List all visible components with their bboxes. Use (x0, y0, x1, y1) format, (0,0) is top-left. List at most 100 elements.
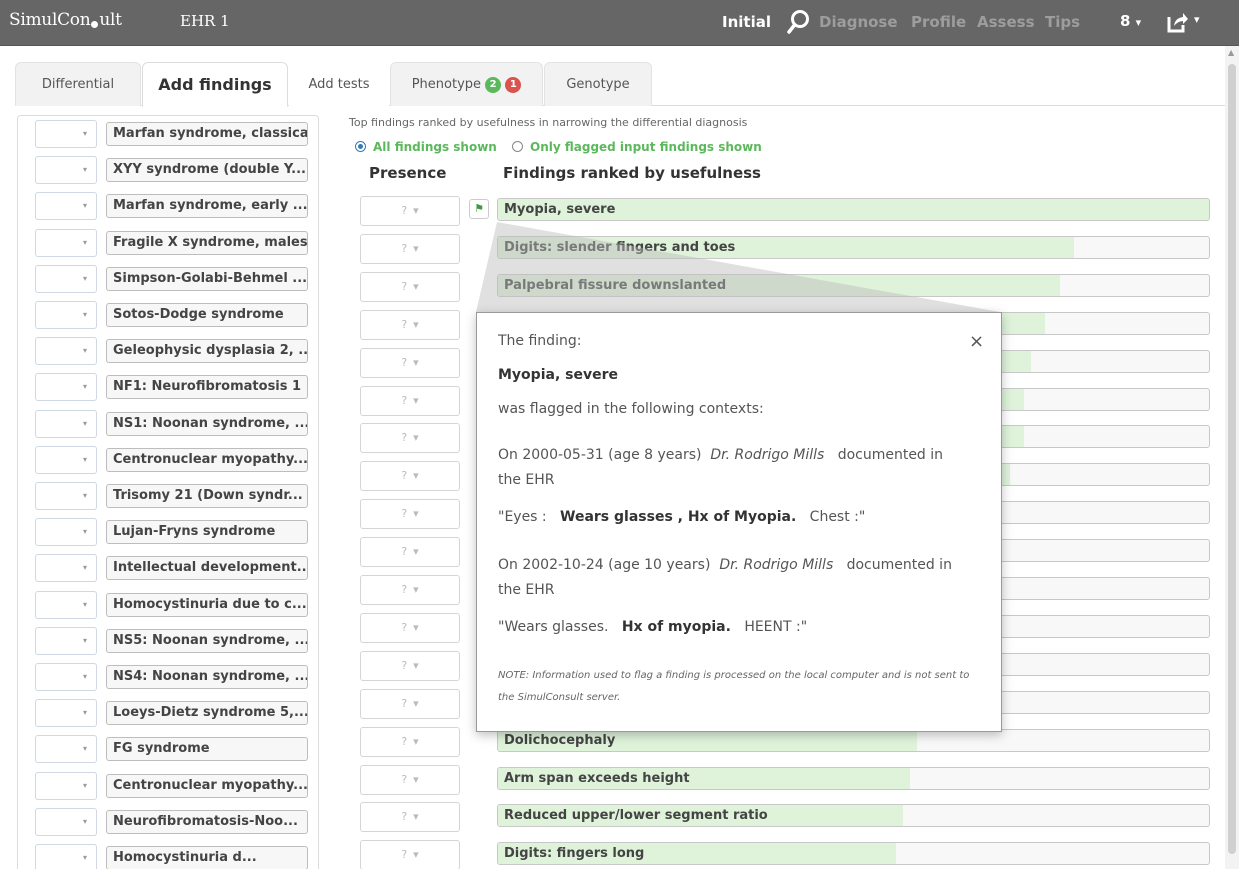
presence-dropdown[interactable]: ? ▾ (360, 537, 460, 568)
diagnosis-status-dropdown[interactable]: ▾ (35, 337, 97, 366)
diagnosis-name[interactable]: Trisomy 21 (Down syndr... (106, 484, 308, 508)
export-menu[interactable]: ▾ (1167, 11, 1200, 37)
popup-finding-name: Myopia, severe (498, 367, 618, 383)
presence-dropdown[interactable]: ? ▾ (360, 802, 460, 833)
presence-dropdown[interactable]: ? ▾ (360, 612, 460, 643)
diagnosis-name[interactable]: Homocystinuria due to c... (106, 592, 308, 617)
presence-dropdown[interactable]: ? ▾ (360, 385, 460, 416)
radio-flagged-findings[interactable]: Only flagged input findings shown (512, 140, 762, 154)
diagnosis-status-dropdown[interactable]: ▾ (35, 156, 97, 185)
presence-dropdown[interactable]: ? ▾ (360, 309, 460, 340)
finding-label: Palpebral fissure downslanted (504, 277, 727, 293)
chevron-down-icon: ▾ (83, 165, 88, 175)
scrollbar-thumb[interactable] (1228, 64, 1236, 854)
diagnosis-name[interactable]: Homocystinuria d... (106, 846, 308, 869)
diagnosis-name[interactable]: NS4: Noonan syndrome, ... (106, 665, 308, 689)
presence-dropdown[interactable]: ? ▾ (360, 423, 460, 454)
finding-usefulness-bar[interactable]: Reduced upper/lower segment ratio (497, 804, 1210, 828)
presence-dropdown[interactable]: ? ▾ (360, 840, 460, 869)
presence-dropdown[interactable]: ? ▾ (360, 233, 460, 264)
nav-diagnose[interactable]: Diagnose (819, 13, 898, 31)
close-icon[interactable]: × (969, 331, 984, 352)
finding-usefulness-bar[interactable]: Palpebral fissure downslanted (497, 273, 1210, 297)
top-navbar: SimulCon ult EHR 1 Initial Diagnose Profi… (0, 0, 1239, 46)
diagnosis-status-dropdown[interactable]: ▾ (35, 626, 97, 655)
chevron-down-icon: ▾ (83, 346, 88, 356)
diagnosis-name[interactable]: Fragile X syndrome, males (106, 230, 308, 255)
diagnosis-name[interactable]: Sotos-Dodge syndrome (106, 303, 308, 327)
diagnosis-status-dropdown[interactable]: ▾ (35, 807, 97, 836)
nav-assess[interactable]: Assess (977, 13, 1035, 31)
chevron-down-icon: ▾ (413, 810, 419, 824)
chevron-down-icon: ▾ (413, 279, 419, 293)
diagnosis-status-dropdown[interactable]: ▾ (35, 518, 97, 547)
diagnosis-name[interactable]: Simpson-Golabi-Behmel ... (106, 266, 308, 291)
diagnosis-status-dropdown[interactable]: ▾ (35, 228, 97, 257)
tab-differential[interactable]: Differential (15, 62, 141, 106)
diagnosis-status-dropdown[interactable]: ▾ (35, 120, 97, 148)
diagnosis-name[interactable]: Marfan syndrome, early ... (106, 194, 308, 219)
finding-usefulness-bar[interactable]: Myopia, severe (497, 198, 1210, 221)
diagnosis-status-dropdown[interactable]: ▾ (35, 590, 97, 619)
diagnosis-name[interactable]: Neurofibromatosis-Noo... (106, 809, 308, 834)
diagnosis-status-dropdown[interactable]: ▾ (35, 771, 97, 800)
presence-dropdown[interactable]: ? ▾ (360, 271, 460, 302)
diagnosis-status-dropdown[interactable]: ▾ (35, 844, 97, 869)
scroll-up-icon[interactable]: ▲ (1228, 48, 1234, 57)
diagnosis-name[interactable]: Intellectual development... (106, 556, 308, 581)
diagnosis-name[interactable]: Centronuclear myopathy... (106, 773, 308, 798)
diagnosis-name[interactable]: Marfan syndrome, classical (106, 122, 308, 146)
diagnosis-status-dropdown[interactable]: ▾ (35, 301, 97, 329)
presence-dropdown[interactable]: ? ▾ (360, 499, 460, 530)
presence-dropdown[interactable]: ? ▾ (360, 461, 460, 492)
chevron-down-icon: ▾ (83, 563, 88, 573)
diagnosis-name[interactable]: Lujan-Fryns syndrome (106, 520, 308, 545)
diagnosis-status-dropdown[interactable]: ▾ (35, 264, 97, 293)
tab-phenotype[interactable]: Phenotype 2 1 (390, 62, 543, 106)
diagnosis-name[interactable]: FG syndrome (106, 737, 308, 762)
nav-profile[interactable]: Profile (911, 13, 966, 31)
diagnosis-status-dropdown[interactable]: ▾ (35, 409, 97, 438)
finding-usefulness-bar[interactable]: Arm span exceeds height (497, 766, 1210, 790)
diagnosis-status-dropdown[interactable]: ▾ (35, 192, 97, 221)
tab-genotype[interactable]: Genotype (544, 62, 652, 106)
presence-value: ? (401, 772, 408, 786)
radio-all-findings[interactable]: All findings shown (355, 140, 497, 154)
finding-usefulness-bar[interactable]: Dolichocephaly (497, 728, 1210, 752)
diagnosis-name[interactable]: XYY syndrome (double Y... (106, 158, 308, 183)
help-menu[interactable]: 8 ▾ (1120, 12, 1141, 30)
diagnosis-status-dropdown[interactable]: ▾ (35, 373, 97, 402)
diagnosis-name[interactable]: NF1: Neurofibromatosis 1 (106, 375, 308, 400)
page-scrollbar[interactable]: ▲ (1225, 46, 1239, 869)
diagnosis-name[interactable]: Geleophysic dysplasia 2, ... (106, 339, 308, 364)
nav-tips[interactable]: Tips (1045, 13, 1080, 31)
diagnosis-status-dropdown[interactable]: ▾ (35, 554, 97, 583)
tab-add-tests[interactable]: Add tests (289, 62, 389, 106)
diagnosis-name[interactable]: NS5: Noonan syndrome, ... (106, 628, 308, 653)
presence-dropdown[interactable]: ? ▾ (360, 650, 460, 681)
search-icon[interactable] (787, 9, 811, 39)
presence-dropdown[interactable]: ? ▾ (360, 764, 460, 795)
presence-value: ? (401, 393, 408, 407)
presence-dropdown[interactable]: ? ▾ (360, 688, 460, 719)
flag-icon[interactable]: ⚑ (469, 199, 489, 219)
diagnosis-status-dropdown[interactable]: ▾ (35, 663, 97, 691)
presence-dropdown[interactable]: ? ▾ (360, 196, 460, 226)
presence-dropdown[interactable]: ? ▾ (360, 347, 460, 378)
diagnosis-status-dropdown[interactable]: ▾ (35, 482, 97, 510)
diagnosis-status-dropdown[interactable]: ▾ (35, 445, 97, 474)
simulconsult-logo[interactable]: SimulCon ult (9, 10, 122, 30)
chevron-down-icon: ▾ (83, 635, 88, 645)
finding-usefulness-bar[interactable]: Digits: slender fingers and toes (497, 235, 1210, 259)
quote-1-highlight: Wears glasses , Hx of Myopia. (560, 509, 797, 525)
diagnosis-name[interactable]: NS1: Noonan syndrome, ... (106, 411, 308, 436)
finding-usefulness-bar[interactable]: Digits: fingers long (497, 842, 1210, 866)
tab-add-findings[interactable]: Add findings (142, 62, 288, 107)
presence-dropdown[interactable]: ? ▾ (360, 575, 460, 605)
diagnosis-status-dropdown[interactable]: ▾ (35, 699, 97, 728)
diagnosis-name[interactable]: Loeys-Dietz syndrome 5,... (106, 701, 308, 726)
presence-dropdown[interactable]: ? ▾ (360, 726, 460, 757)
nav-initial[interactable]: Initial (722, 13, 771, 31)
diagnosis-name[interactable]: Centronuclear myopathy... (106, 447, 308, 472)
diagnosis-status-dropdown[interactable]: ▾ (35, 735, 97, 764)
